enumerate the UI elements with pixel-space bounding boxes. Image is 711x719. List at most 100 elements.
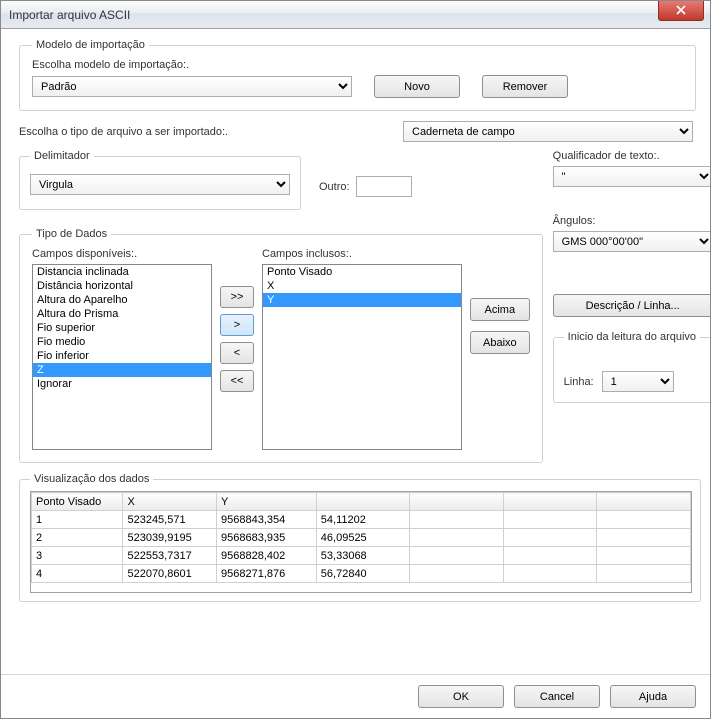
- table-cell: [597, 547, 691, 565]
- data-type-legend: Tipo de Dados: [32, 228, 111, 240]
- table-cell: 9568828,402: [217, 547, 317, 565]
- start-line-legend: Inicio da leitura do arquivo: [564, 331, 700, 343]
- preview-table: Ponto VisadoXY 1523245,5719568843,35454,…: [31, 492, 691, 583]
- list-item[interactable]: Fio superior: [33, 321, 211, 335]
- delimiter-other-label: Outro:: [319, 181, 350, 193]
- table-row[interactable]: 2523039,91959568683,93546,09525: [32, 529, 691, 547]
- table-row[interactable]: 4522070,86019568271,87656,72840: [32, 565, 691, 583]
- table-cell: 2: [32, 529, 123, 547]
- table-row[interactable]: 1523245,5719568843,35454,11202: [32, 511, 691, 529]
- list-item[interactable]: Distancia inclinada: [33, 265, 211, 279]
- table-cell: [597, 511, 691, 529]
- start-line-label: Linha:: [564, 376, 594, 388]
- delimiter-legend: Delimitador: [30, 150, 94, 162]
- table-cell: 522070,8601: [123, 565, 217, 583]
- text-qualifier-select[interactable]: ": [553, 166, 710, 187]
- available-listbox[interactable]: Distancia inclinadaDistância horizontalA…: [32, 264, 212, 450]
- table-cell: [597, 565, 691, 583]
- table-cell: 4: [32, 565, 123, 583]
- move-right-button[interactable]: >: [220, 314, 254, 336]
- description-button[interactable]: Descrição / Linha...: [553, 294, 710, 317]
- preview-group: Visualização dos dados Ponto VisadoXY 15…: [19, 473, 701, 602]
- dialog-footer: OK Cancel Ajuda: [1, 674, 710, 718]
- included-label: Campos inclusos:.: [262, 248, 462, 260]
- list-item[interactable]: Ignorar: [33, 377, 211, 391]
- table-cell: [410, 565, 504, 583]
- table-cell: 523245,571: [123, 511, 217, 529]
- list-item[interactable]: Y: [263, 293, 461, 307]
- help-button[interactable]: Ajuda: [610, 685, 696, 708]
- table-header[interactable]: [316, 493, 410, 511]
- list-item[interactable]: X: [263, 279, 461, 293]
- delimiter-select[interactable]: Virgula: [30, 174, 290, 195]
- move-all-left-button[interactable]: <<: [220, 370, 254, 392]
- table-header-row: Ponto VisadoXY: [32, 493, 691, 511]
- middle-columns: Delimitador Virgula Outro: Tipo de Dados: [19, 150, 696, 473]
- table-cell: [410, 547, 504, 565]
- list-item[interactable]: Altura do Prisma: [33, 307, 211, 321]
- table-cell: [503, 511, 597, 529]
- updown-buttons: Acima Abaixo: [470, 248, 530, 354]
- table-cell: 56,72840: [316, 565, 410, 583]
- available-label: Campos disponíveis:.: [32, 248, 212, 260]
- model-remove-button[interactable]: Remover: [482, 75, 568, 98]
- file-type-row: Escolha o tipo de arquivo a ser importad…: [19, 121, 696, 142]
- start-line-group: Inicio da leitura do arquivo Linha: 1: [553, 331, 710, 403]
- list-item[interactable]: Fio inferior: [33, 349, 211, 363]
- table-cell: 9568843,354: [217, 511, 317, 529]
- close-button[interactable]: [658, 1, 704, 21]
- table-cell: 9568271,876: [217, 565, 317, 583]
- table-cell: 53,33068: [316, 547, 410, 565]
- mover-buttons: >> > < <<: [220, 248, 254, 392]
- preview-legend: Visualização dos dados: [30, 473, 153, 485]
- table-cell: 46,09525: [316, 529, 410, 547]
- table-cell: [410, 511, 504, 529]
- angles-select[interactable]: GMS 000°00'00": [553, 231, 710, 252]
- window-title: Importar arquivo ASCII: [9, 8, 130, 22]
- file-type-label: Escolha o tipo de arquivo a ser importad…: [19, 126, 389, 138]
- table-cell: 3: [32, 547, 123, 565]
- table-row[interactable]: 3522553,73179568828,40253,33068: [32, 547, 691, 565]
- table-cell: 1: [32, 511, 123, 529]
- dialog-content: Modelo de importação Escolha modelo de i…: [1, 29, 710, 674]
- delimiter-group: Delimitador Virgula: [19, 150, 301, 210]
- list-item[interactable]: Fio medio: [33, 335, 211, 349]
- included-listbox[interactable]: Ponto VisadoXY: [262, 264, 462, 450]
- model-legend: Modelo de importação: [32, 39, 149, 51]
- move-all-right-button[interactable]: >>: [220, 286, 254, 308]
- table-cell: [503, 529, 597, 547]
- table-cell: 523039,9195: [123, 529, 217, 547]
- list-item[interactable]: Ponto Visado: [263, 265, 461, 279]
- titlebar: Importar arquivo ASCII: [1, 1, 710, 29]
- right-column: Qualificador de texto:. " Ângulos: GMS 0…: [553, 150, 710, 413]
- ok-button[interactable]: OK: [418, 685, 504, 708]
- model-select[interactable]: Padrão: [32, 76, 352, 97]
- table-cell: [410, 529, 504, 547]
- text-qualifier-label: Qualificador de texto:.: [553, 150, 710, 162]
- cancel-button[interactable]: Cancel: [514, 685, 600, 708]
- table-cell: 54,11202: [316, 511, 410, 529]
- model-group: Modelo de importação Escolha modelo de i…: [19, 39, 696, 111]
- table-header[interactable]: [597, 493, 691, 511]
- table-header[interactable]: [410, 493, 504, 511]
- list-item[interactable]: Altura do Aparelho: [33, 293, 211, 307]
- list-item[interactable]: Z: [33, 363, 211, 377]
- move-up-button[interactable]: Acima: [470, 298, 530, 321]
- table-cell: [503, 565, 597, 583]
- table-header[interactable]: [503, 493, 597, 511]
- table-cell: 522553,7317: [123, 547, 217, 565]
- preview-table-wrap[interactable]: Ponto VisadoXY 1523245,5719568843,35454,…: [30, 491, 692, 593]
- model-label: Escolha modelo de importação:.: [32, 59, 683, 71]
- model-new-button[interactable]: Novo: [374, 75, 460, 98]
- table-cell: 9568683,935: [217, 529, 317, 547]
- file-type-select[interactable]: Caderneta de campo: [403, 121, 693, 142]
- list-item[interactable]: Distância horizontal: [33, 279, 211, 293]
- table-cell: [503, 547, 597, 565]
- table-header[interactable]: Y: [217, 493, 317, 511]
- delimiter-other-input[interactable]: [356, 176, 412, 197]
- move-down-button[interactable]: Abaixo: [470, 331, 530, 354]
- table-header[interactable]: Ponto Visado: [32, 493, 123, 511]
- table-header[interactable]: X: [123, 493, 217, 511]
- move-left-button[interactable]: <: [220, 342, 254, 364]
- start-line-select[interactable]: 1: [602, 371, 674, 392]
